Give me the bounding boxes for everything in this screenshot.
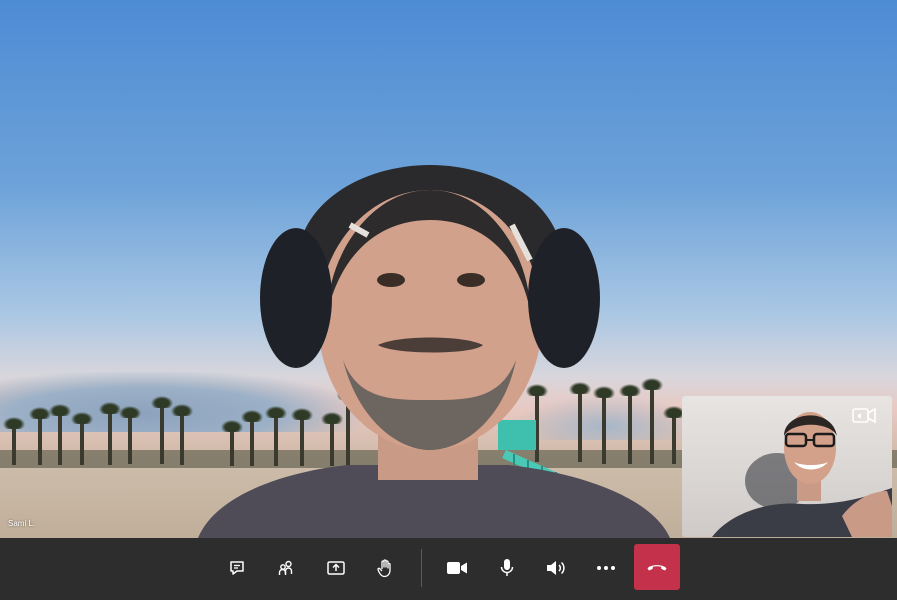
hang-up-icon (647, 565, 667, 571)
more-options-button[interactable] (588, 550, 624, 586)
more-dots-icon (597, 566, 615, 570)
hang-up-button[interactable] (634, 544, 680, 590)
participants-button[interactable] (268, 550, 304, 586)
raise-hand-button[interactable] (367, 550, 403, 586)
participant-video (198, 165, 670, 538)
video-camera-icon (447, 562, 467, 574)
share-screen-icon (327, 561, 345, 575)
microphone-icon (500, 559, 514, 576)
microphone-button[interactable] (489, 550, 525, 586)
call-toolbar (0, 538, 897, 600)
switch-camera-icon[interactable] (850, 404, 878, 428)
speaker-icon (547, 561, 565, 575)
main-video: Sami L. (0, 0, 897, 538)
self-view-video[interactable] (682, 396, 892, 537)
participant-name-label: Sami L. (8, 519, 36, 528)
toolbar-divider (421, 549, 422, 587)
people-icon (278, 560, 293, 575)
share-screen-button[interactable] (318, 550, 354, 586)
chat-button[interactable] (219, 550, 255, 586)
chat-icon (230, 561, 244, 575)
speaker-button[interactable] (538, 550, 574, 586)
raise-hand-icon (377, 559, 391, 578)
camera-button[interactable] (439, 550, 475, 586)
